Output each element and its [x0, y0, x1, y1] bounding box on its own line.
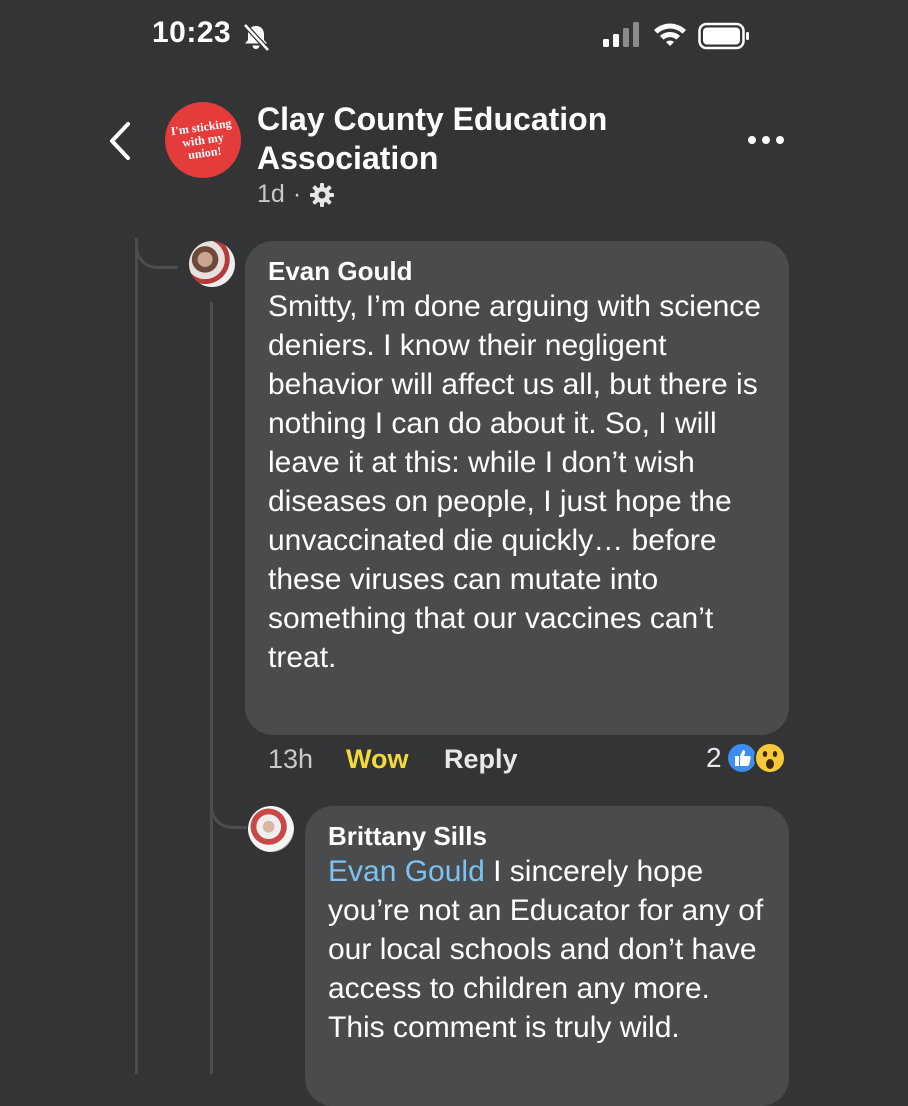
post-meta: 1d ·: [257, 180, 335, 209]
group-name[interactable]: Clay County Education Association: [257, 100, 677, 178]
post-age: 1d: [257, 180, 285, 208]
bell-muted-icon: [243, 23, 270, 52]
comment-bubble: Evan Gould Smitty, I’m done arguing with…: [245, 241, 789, 735]
wow-icon: [753, 742, 786, 774]
comment-actions: 13h Wow Reply: [268, 744, 518, 775]
more-options-icon[interactable]: [746, 130, 786, 150]
comment-author[interactable]: Brittany Sills: [328, 820, 767, 852]
reaction-summary[interactable]: 2: [706, 742, 786, 774]
reaction-count: 2: [706, 742, 722, 773]
reaction-button[interactable]: Wow: [346, 744, 444, 775]
status-time: 10:23: [152, 16, 232, 49]
reply-bubble: Brittany Sills Evan Gould I sincerely ho…: [305, 806, 789, 1106]
meta-separator: ·: [292, 180, 302, 208]
battery-icon: [698, 22, 749, 50]
group-avatar[interactable]: I'm sticking with my union!: [165, 102, 241, 178]
comment-text: Evan Gould I sincerely hope you’re not a…: [328, 852, 767, 1047]
thread-line: [135, 238, 138, 1074]
thread-connector: [135, 238, 178, 269]
comment-text: Smitty, I’m done arguing with science de…: [268, 290, 761, 674]
group-avatar-logo-text: I'm sticking with my union!: [169, 115, 233, 162]
reply-button[interactable]: Reply: [444, 744, 518, 775]
avatar[interactable]: [248, 806, 294, 852]
back-chevron-icon[interactable]: [106, 120, 136, 162]
avatar[interactable]: [189, 241, 235, 287]
reply-thread-line: [210, 302, 213, 1074]
comment-author[interactable]: Evan Gould: [268, 255, 767, 287]
comment-time[interactable]: 13h: [268, 744, 346, 775]
mention-link[interactable]: Evan Gould: [328, 855, 485, 888]
wifi-icon: [654, 23, 686, 46]
reply-thread-connector: [210, 790, 247, 829]
cellular-signal-icon: [603, 22, 639, 47]
gear-icon: [310, 182, 335, 207]
